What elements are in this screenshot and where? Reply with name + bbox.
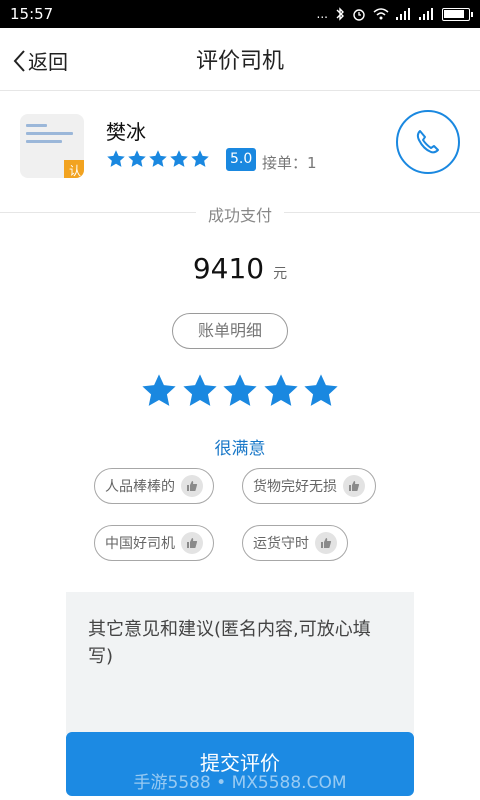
- tag-good-driver[interactable]: 中国好司机: [94, 525, 214, 561]
- tag-on-time[interactable]: 运货守时: [242, 525, 348, 561]
- payment-amount: 9410 元: [0, 252, 480, 285]
- bluetooth-icon: [336, 7, 344, 21]
- status-icons: ...: [316, 7, 473, 21]
- amount-unit: 元: [273, 266, 288, 282]
- star-icon: [170, 150, 188, 167]
- page-title: 评价司机: [195, 49, 284, 74]
- thumbs-up-icon: [181, 532, 203, 554]
- chevron-left-icon: [13, 49, 25, 72]
- rating-stars[interactable]: [140, 372, 340, 410]
- wifi-icon: [373, 8, 389, 20]
- avatar-image: [26, 124, 78, 148]
- back-label: 返回: [28, 50, 68, 74]
- amount-value: 9410: [192, 252, 265, 285]
- star-icon: [107, 150, 125, 167]
- tag-character[interactable]: 人品棒棒的: [94, 468, 214, 504]
- star-icon: [128, 150, 146, 167]
- thumbs-up-icon: [315, 532, 337, 554]
- comment-input[interactable]: 其它意见和建议(匿名内容,可放心填写): [66, 592, 414, 734]
- rating-star-2[interactable]: [181, 372, 219, 410]
- comment-placeholder: 其它意见和建议(匿名内容,可放心填写): [88, 619, 371, 667]
- submit-button[interactable]: 提交评价: [66, 732, 414, 796]
- satisfaction-text: 很满意: [214, 439, 266, 459]
- nav-divider: [0, 90, 480, 91]
- nav-bar: 返回 评价司机: [0, 28, 480, 90]
- driver-card: 认 樊冰 5.0 接单：1: [20, 108, 460, 188]
- bill-details-button[interactable]: 账单明细: [172, 313, 288, 349]
- rating-star-1[interactable]: [140, 372, 178, 410]
- tag-label: 运货守时: [253, 536, 309, 552]
- rating-star-4[interactable]: [262, 372, 300, 410]
- signal-icon: [419, 8, 433, 20]
- star-icon: [191, 150, 209, 167]
- driver-name: 樊冰: [106, 120, 146, 144]
- status-bar: 15:57 ...: [0, 0, 480, 28]
- tag-label: 人品棒棒的: [105, 479, 175, 495]
- rating-score-badge: 5.0: [226, 148, 257, 171]
- driver-rating-stars: [106, 149, 210, 169]
- back-button[interactable]: 返回: [12, 46, 68, 75]
- rating-star-3[interactable]: [221, 372, 259, 410]
- call-button[interactable]: [396, 110, 460, 174]
- tag-label: 货物完好无损: [253, 479, 337, 495]
- alarm-icon: [353, 9, 365, 21]
- payment-status: 成功支付: [207, 206, 272, 225]
- more-dots-icon: ...: [316, 7, 328, 21]
- order-count: 接单：1: [262, 154, 317, 172]
- avatar: 认: [20, 114, 84, 178]
- tag-label: 中国好司机: [105, 536, 175, 552]
- signal-icon: [396, 8, 410, 20]
- thumbs-up-icon: [343, 475, 365, 497]
- battery-icon: [442, 7, 473, 21]
- rating-star-5[interactable]: [302, 372, 340, 410]
- phone-icon: [416, 130, 439, 154]
- verified-badge: 认: [64, 160, 84, 178]
- thumbs-up-icon: [181, 475, 203, 497]
- status-time: 15:57: [10, 5, 54, 23]
- star-icon: [149, 150, 167, 167]
- tag-goods-intact[interactable]: 货物完好无损: [242, 468, 376, 504]
